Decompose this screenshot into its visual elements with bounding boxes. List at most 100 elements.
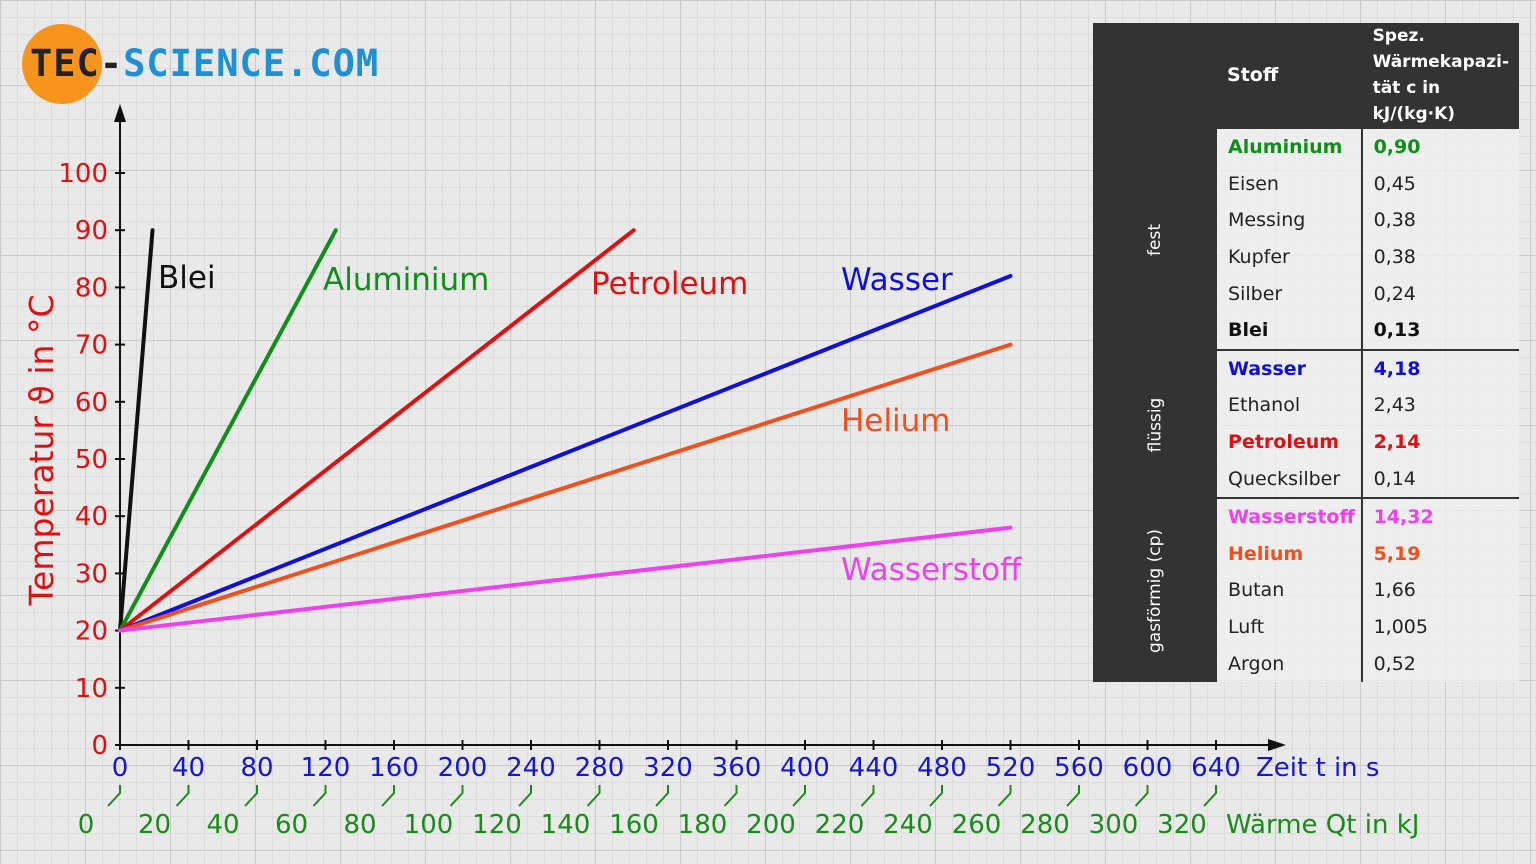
series-label-helium: Helium — [841, 403, 950, 439]
capacity-value: 1,005 — [1361, 608, 1519, 646]
y-tick-label: 60 — [75, 388, 108, 418]
series-label-blei: Blei — [158, 260, 216, 296]
x2-tick-connector — [175, 785, 190, 807]
substance-name: Kupfer — [1217, 238, 1363, 276]
x-tick-label: 280 — [575, 753, 625, 783]
x-axis-label: Zeit t in s — [1256, 753, 1379, 783]
x-tick-label: 360 — [712, 753, 762, 783]
substance-name: Aluminium — [1217, 127, 1363, 166]
x2-tick-connector — [586, 785, 601, 807]
y-tick-label: 40 — [75, 502, 108, 532]
x-tick-label: 560 — [1054, 753, 1104, 783]
x2-tick-connector — [860, 785, 875, 807]
series-label-wasserstoff: Wasserstoff — [841, 552, 1022, 588]
group-label-cell: fest — [1093, 127, 1218, 350]
header-blank — [1093, 23, 1218, 128]
series-label-aluminium: Aluminium — [323, 262, 489, 298]
substance-name: Silber — [1217, 275, 1363, 312]
group-label-cell: gasförmig (cp) — [1093, 496, 1218, 682]
x2-tick-label: 100 — [404, 810, 454, 840]
x2-tick-label: 320 — [1157, 810, 1207, 840]
table: Stoff Spez. Wärmekapazi-tät c in kJ/(kg·… — [1093, 23, 1519, 682]
substance-name: Argon — [1217, 645, 1363, 682]
x2-tick-label: 20 — [138, 810, 171, 840]
x2-tick-connector — [723, 785, 738, 807]
capacity-value: 14,32 — [1361, 496, 1519, 536]
x2-tick-connector — [1134, 785, 1149, 807]
capacity-value: 0,45 — [1361, 165, 1519, 203]
x-tick-label: 600 — [1123, 753, 1173, 783]
x2-tick-label: 200 — [746, 810, 796, 840]
table-row: gasförmig (cp) Wasserstoff 14,32 — [1093, 496, 1519, 682]
x2-tick-label: 40 — [206, 810, 239, 840]
x2-tick-label: 260 — [952, 810, 1002, 840]
substance-name: Eisen — [1217, 165, 1363, 203]
table-header-row: Stoff Spez. Wärmekapazi-tät c in kJ/(kg·… — [1093, 23, 1519, 128]
x2-tick-label: 0 — [78, 810, 95, 840]
substance-name: Ethanol — [1217, 387, 1363, 424]
x2-tick-connector — [1203, 785, 1217, 807]
x2-tick-label: 120 — [472, 810, 522, 840]
capacity-value: 1,66 — [1361, 572, 1519, 609]
capacity-value: 0,90 — [1361, 127, 1519, 166]
series-line-blei — [118, 228, 155, 633]
x2-axis-label: Wärme Qt in kJ — [1226, 810, 1419, 840]
x-axis-arrow — [1268, 739, 1286, 751]
y-tick-label: 80 — [75, 273, 108, 303]
x-tick-label: 200 — [438, 753, 488, 783]
x2-tick-label: 80 — [343, 810, 376, 840]
x2-tick-connector — [107, 785, 121, 807]
x2-tick-connector — [655, 785, 669, 807]
x2-tick-label: 160 — [609, 810, 659, 840]
substance-name: Luft — [1217, 608, 1363, 646]
x-tick-label: 480 — [917, 753, 967, 783]
substance-name: Quecksilber — [1217, 460, 1363, 498]
capacity-value: 0,24 — [1361, 275, 1519, 312]
capacity-value: 0,38 — [1361, 238, 1519, 276]
x2-tick-connector — [312, 785, 327, 807]
x-tick-label: 440 — [849, 753, 899, 783]
x-tick-label: 160 — [369, 753, 419, 783]
substance-name: Messing — [1217, 202, 1363, 239]
substance-name: Helium — [1217, 535, 1363, 573]
x2-tick-label: 180 — [678, 810, 728, 840]
capacity-value: 5,19 — [1361, 535, 1519, 573]
group-label-cell: flüssig — [1093, 348, 1218, 498]
capacity-value: 0,52 — [1361, 645, 1519, 682]
substance-name: Wasser — [1217, 348, 1363, 388]
group-label: fest — [1145, 223, 1166, 256]
header-substance: Stoff — [1217, 23, 1363, 128]
x2-tick-connector — [518, 785, 532, 807]
table-row: fest Aluminium 0,90 — [1093, 127, 1519, 350]
x-tick-label: 80 — [240, 753, 273, 783]
x2-tick-connector — [244, 785, 258, 807]
x2-tick-connector — [997, 785, 1012, 807]
x2-tick-label: 220 — [815, 810, 865, 840]
x-tick-label: 0 — [112, 753, 129, 783]
capacity-value: 2,14 — [1361, 423, 1519, 461]
table-row: flüssig Wasser 4,18 — [1093, 348, 1519, 498]
table-body: fest Aluminium 0,90 Eisen 0,45 Messing 0,38 Kup… — [1093, 127, 1519, 682]
group-label: flüssig — [1145, 397, 1166, 453]
x2-tick-connector — [792, 785, 806, 807]
x-tick-label: 240 — [506, 753, 556, 783]
x2-tick-connector — [929, 785, 943, 807]
capacity-value: 0,38 — [1361, 202, 1519, 239]
x2-tick-label: 300 — [1089, 810, 1139, 840]
x2-tick-label: 240 — [883, 810, 933, 840]
header-capacity: Spez. Wärmekapazi-tät c in kJ/(kg·K) — [1361, 23, 1519, 128]
x-tick-label: 520 — [986, 753, 1036, 783]
x2-tick-label: 140 — [541, 810, 591, 840]
y-tick-label: 100 — [58, 159, 108, 189]
series-label-petroleum: Petroleum — [591, 266, 748, 302]
group-label: gasförmig (cp) — [1145, 529, 1166, 654]
x2-tick-label: 60 — [275, 810, 308, 840]
y-tick-label: 90 — [75, 216, 108, 246]
y-tick-label: 50 — [75, 445, 108, 475]
capacity-value: 2,43 — [1361, 387, 1519, 424]
substance-name: Blei — [1217, 311, 1363, 350]
x-tick-label: 640 — [1191, 753, 1241, 783]
x-tick-label: 120 — [301, 753, 351, 783]
x2-tick-connector — [1066, 785, 1080, 807]
substance-name: Butan — [1217, 572, 1363, 609]
